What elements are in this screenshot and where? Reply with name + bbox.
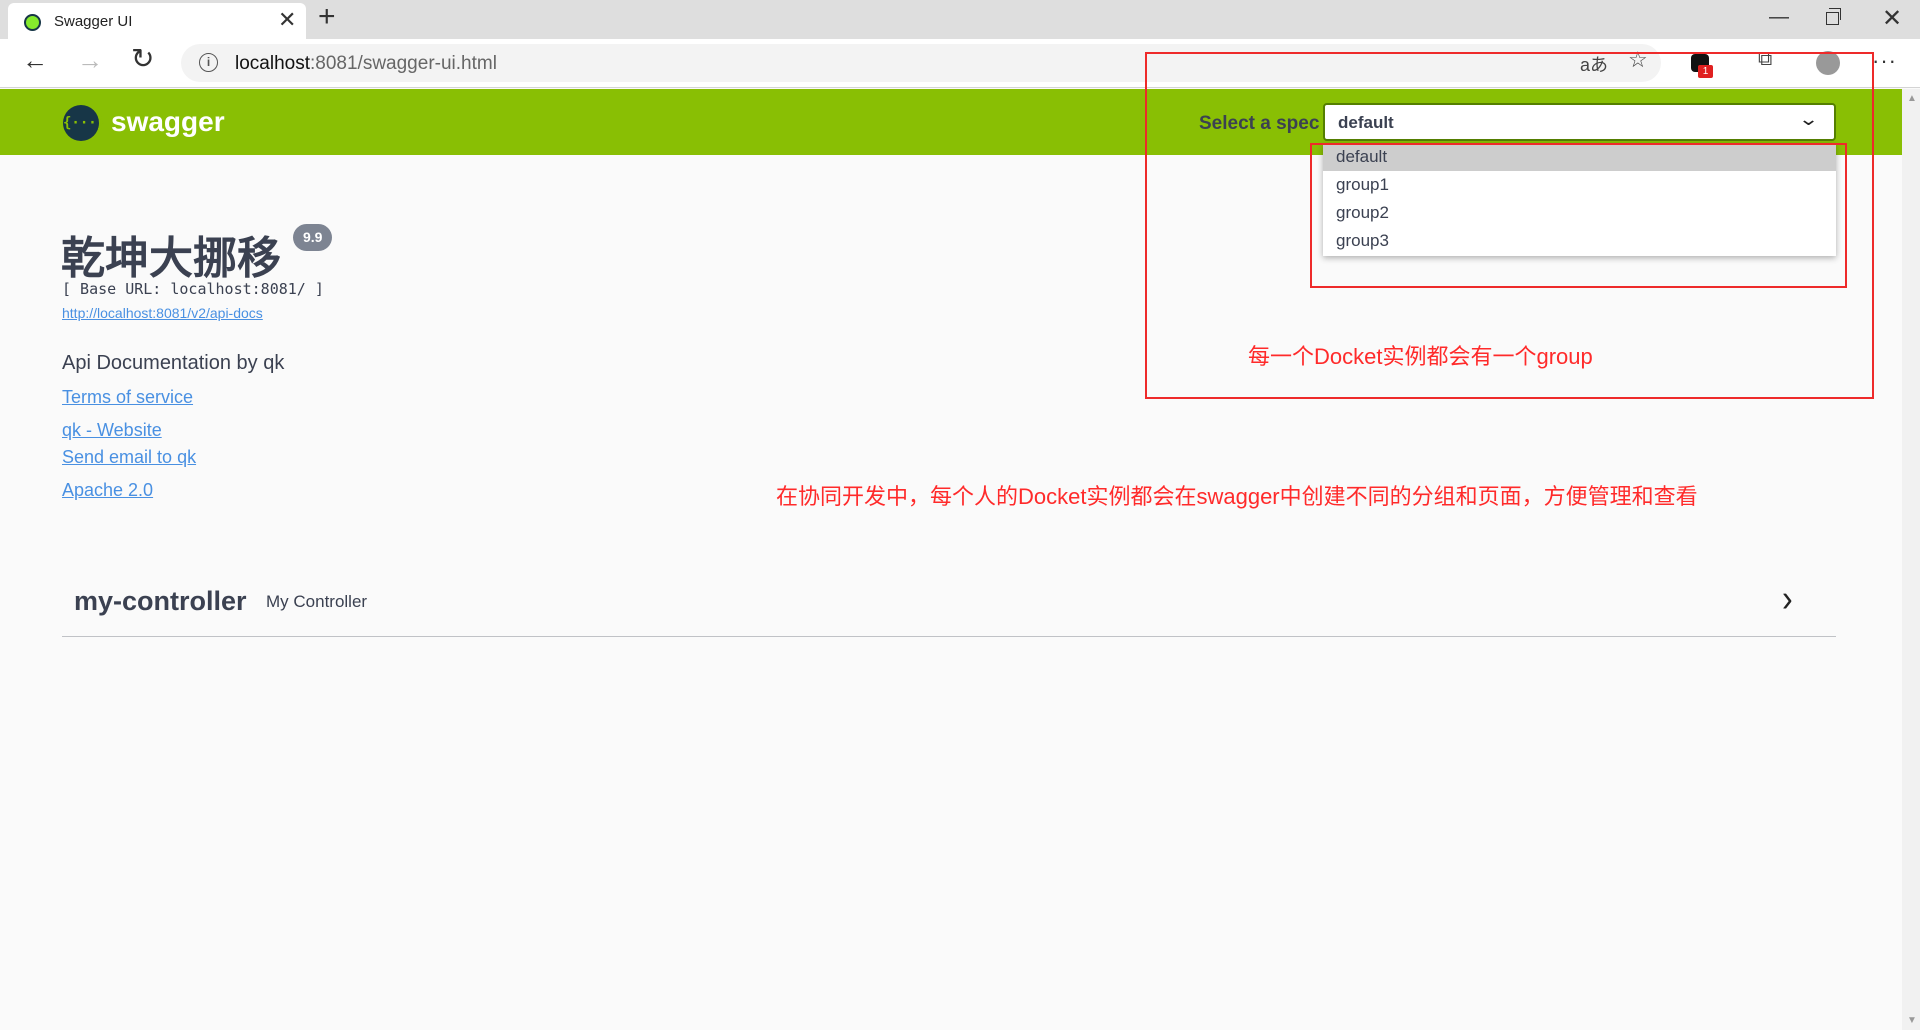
email-link[interactable]: Send email to qk <box>62 447 196 468</box>
license-link[interactable]: Apache 2.0 <box>62 480 153 501</box>
back-icon[interactable]: ← <box>22 47 48 73</box>
api-docs-link[interactable]: http://localhost:8081/v2/api-docs <box>62 305 263 321</box>
more-menu-icon[interactable]: ··· <box>1872 48 1897 74</box>
browser-tab-bar: Swagger UI ✕ + — ✕ <box>0 0 1920 39</box>
terms-of-service-link[interactable]: Terms of service <box>62 387 193 408</box>
group-annotation: 每一个Docket实例都会有一个group <box>1248 344 1593 369</box>
close-tab-icon[interactable]: ✕ <box>278 9 296 31</box>
new-tab-icon[interactable]: + <box>318 2 336 32</box>
window-close-icon[interactable]: ✕ <box>1882 4 1902 33</box>
forward-icon[interactable]: → <box>77 47 103 73</box>
swagger-favicon-icon <box>24 14 41 31</box>
api-description: Api Documentation by qk <box>62 352 285 374</box>
version-badge: 9.9 <box>293 224 333 251</box>
base-url: [ Base URL: localhost:8081/ ] <box>62 280 324 298</box>
info-icon[interactable]: i <box>199 53 218 72</box>
restore-icon[interactable] <box>1826 8 1841 25</box>
collab-annotation: 在协同开发中，每个人的Docket实例都会在swagger中创建不同的分组和页面… <box>776 484 1698 509</box>
controller-description: My Controller <box>266 592 368 611</box>
scroll-down-icon[interactable]: ▼ <box>1907 1015 1917 1026</box>
website-link[interactable]: qk - Website <box>62 420 162 441</box>
scroll-up-icon[interactable]: ▲ <box>1907 93 1917 104</box>
browser-tab[interactable]: Swagger UI ✕ <box>8 3 306 39</box>
url-text[interactable]: localhost:8081/swagger-ui.html <box>235 53 497 75</box>
api-title: 乾坤大挪移 <box>61 234 281 283</box>
minimize-icon[interactable]: — <box>1769 6 1789 29</box>
reload-icon[interactable]: ↻ <box>131 45 154 73</box>
swagger-logo-icon[interactable]: {···} <box>63 105 105 141</box>
chevron-right-icon[interactable]: › <box>1782 576 1793 620</box>
controller-name: my-controller <box>74 586 247 616</box>
annotation-box-dropdown <box>1310 143 1847 288</box>
page-scrollbar[interactable]: ▲ ▼ <box>1902 89 1920 1030</box>
controller-section[interactable]: my-controller My Controller › <box>62 572 1836 637</box>
swagger-logo-text[interactable]: swagger <box>111 106 225 138</box>
tab-title: Swagger UI <box>54 13 133 30</box>
